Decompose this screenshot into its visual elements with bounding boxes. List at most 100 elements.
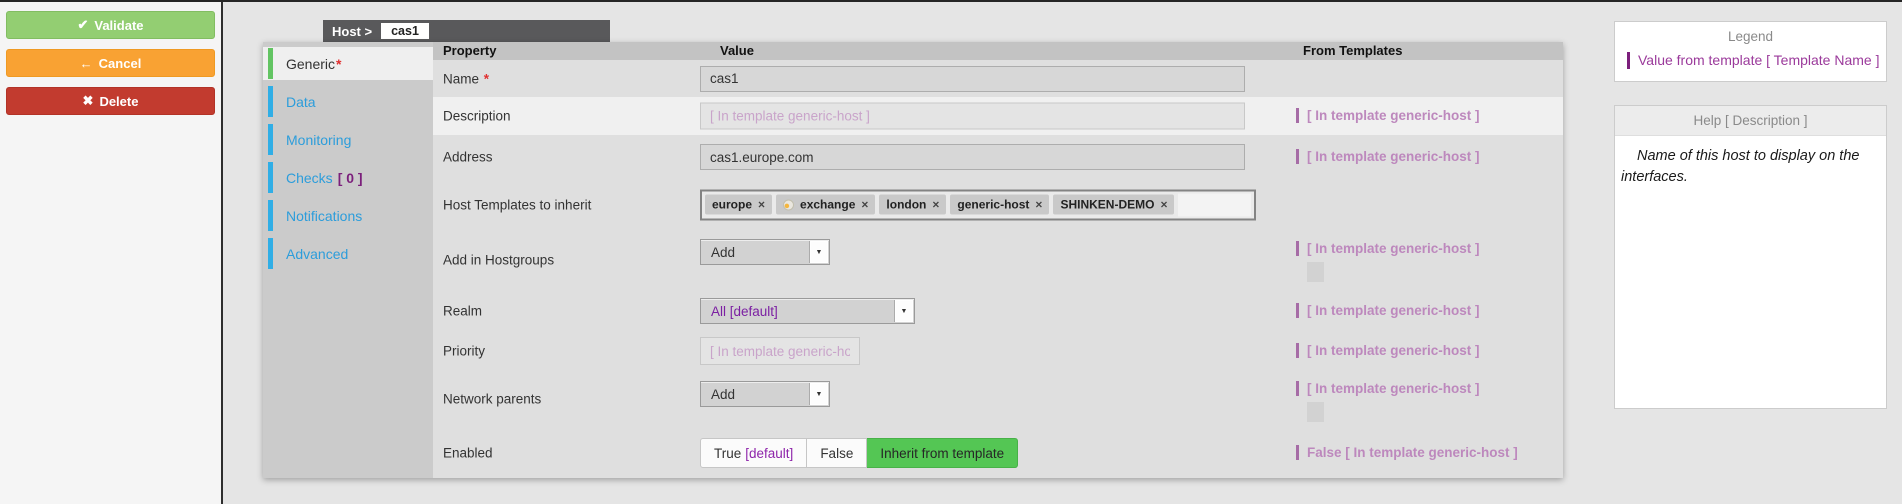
cross-icon: ✖: [83, 93, 94, 109]
tab-checks[interactable]: Checks[ 0 ]: [263, 161, 433, 194]
help-description-text: Name of this host to display on the inte…: [1615, 136, 1886, 188]
tag-europe: europe×: [705, 195, 772, 215]
table-row: Priority [ In template generic-host ]: [433, 332, 1563, 370]
column-header-value: Value: [720, 43, 754, 58]
address-label: Address: [443, 150, 493, 165]
legend-template-item: Value from template [ Template Name ]: [1627, 52, 1886, 69]
host-templates-tag-input[interactable]: europe× exchange× london× generic-host× …: [700, 189, 1256, 220]
remove-tag-icon[interactable]: ×: [1160, 198, 1167, 212]
network-parents-label: Network parents: [443, 392, 541, 407]
enabled-toggle-group: True[default] False Inherit from templat…: [700, 438, 1018, 468]
enabled-label: Enabled: [443, 446, 493, 461]
table-header-row: Property Value From Templates: [433, 42, 1563, 60]
property-table: Property Value From Templates Name * Des…: [433, 42, 1563, 478]
table-row: Enabled True[default] False Inherit from…: [433, 428, 1563, 478]
hostgroups-template-note: [ In template generic-host ]: [1296, 241, 1480, 256]
table-row: Description [ In template generic-host ]: [433, 97, 1563, 135]
column-header-from-templates: From Templates: [1303, 43, 1402, 58]
host-edit-panel: Generic* Data Monitoring Checks[ 0 ] Not…: [263, 42, 1563, 478]
realm-label: Realm: [443, 304, 482, 319]
delete-button-label: Delete: [99, 94, 138, 109]
table-row: Host Templates to inherit europe× exchan…: [433, 179, 1563, 230]
realm-template-note: [ In template generic-host ]: [1296, 303, 1480, 318]
tab-generic[interactable]: Generic*: [263, 47, 433, 80]
realm-select-value: All [default]: [711, 304, 778, 319]
description-label: Description: [443, 109, 511, 124]
tab-checks-label: Checks[ 0 ]: [286, 170, 363, 186]
required-asterisk: *: [336, 56, 341, 72]
empty-selection-box: [1307, 262, 1324, 282]
remove-tag-icon[interactable]: ×: [758, 198, 765, 212]
default-marker: [default]: [745, 446, 793, 461]
tab-indicator-bar: [268, 200, 273, 231]
delete-button[interactable]: ✖ Delete: [6, 87, 215, 115]
tab-indicator-bar: [268, 162, 273, 193]
hostgroups-select[interactable]: Add ▼: [700, 239, 830, 265]
tab-generic-label: Generic*: [286, 56, 341, 72]
cancel-button-label: Cancel: [99, 56, 142, 71]
cancel-button[interactable]: ← Cancel: [6, 49, 215, 77]
tab-notifications[interactable]: Notifications: [263, 199, 433, 232]
table-row: Add in Hostgroups Add ▼ [ In template ge…: [433, 230, 1563, 290]
tab-indicator-bar: [268, 238, 273, 269]
realm-select[interactable]: All [default] ▼: [700, 298, 915, 324]
tab-monitoring[interactable]: Monitoring: [263, 123, 433, 156]
tag-exchange: exchange×: [776, 195, 875, 215]
tag-text-entry[interactable]: [1178, 193, 1251, 216]
description-template-note: [ In template generic-host ]: [1296, 108, 1480, 123]
table-row: Address [ In template generic-host ]: [433, 135, 1563, 179]
enabled-true-button[interactable]: True[default]: [700, 438, 807, 468]
chevron-down-icon: ▼: [894, 300, 913, 322]
tab-notifications-label: Notifications: [286, 208, 362, 224]
network-parents-select-value: Add: [711, 387, 735, 402]
hostgroups-label: Add in Hostgroups: [443, 253, 554, 268]
tab-data[interactable]: Data: [263, 85, 433, 118]
checks-count-badge: [ 0 ]: [338, 170, 363, 186]
tab-indicator-bar: [268, 86, 273, 117]
legend-box: Legend Value from template [ Template Na…: [1614, 21, 1887, 82]
priority-input[interactable]: [700, 337, 860, 365]
validate-button[interactable]: ✔ Validate: [6, 11, 215, 39]
form-tab-column: Generic* Data Monitoring Checks[ 0 ] Not…: [263, 42, 433, 478]
top-border-line: [0, 0, 1902, 2]
table-row: Realm All [default] ▼ [ In template gene…: [433, 290, 1563, 332]
address-template-note: [ In template generic-host ]: [1296, 149, 1480, 164]
exchange-tag-icon: [783, 199, 794, 210]
priority-template-note: [ In template generic-host ]: [1296, 343, 1480, 358]
column-header-property: Property: [443, 43, 496, 58]
tab-data-label: Data: [286, 94, 316, 110]
remove-tag-icon[interactable]: ×: [932, 198, 939, 212]
enabled-inherit-button[interactable]: Inherit from template: [867, 438, 1018, 468]
priority-label: Priority: [443, 344, 485, 359]
address-input[interactable]: [700, 144, 1245, 170]
name-label: Name *: [443, 71, 489, 86]
validate-button-label: Validate: [94, 18, 143, 33]
tab-indicator-bar: [268, 124, 273, 155]
table-row: Name *: [433, 60, 1563, 97]
table-row: Network parents Add ▼ [ In template gene…: [433, 370, 1563, 428]
tab-advanced[interactable]: Advanced: [263, 237, 433, 270]
enabled-false-button[interactable]: False: [807, 438, 867, 468]
description-input[interactable]: [700, 103, 1245, 130]
help-title: Help [ Description ]: [1615, 106, 1886, 136]
action-sidebar: ✔ Validate ← Cancel ✖ Delete: [0, 2, 223, 504]
empty-selection-box: [1307, 402, 1324, 422]
legend-title: Legend: [1615, 22, 1886, 44]
check-icon: ✔: [77, 17, 88, 33]
remove-tag-icon[interactable]: ×: [1035, 198, 1042, 212]
chevron-down-icon: ▼: [809, 241, 828, 263]
tag-shinken-demo: SHINKEN-DEMO×: [1053, 195, 1174, 215]
hostgroups-select-value: Add: [711, 245, 735, 260]
tab-monitoring-label: Monitoring: [286, 132, 351, 148]
host-breadcrumb-tab[interactable]: Host > cas1: [323, 20, 610, 42]
remove-tag-icon[interactable]: ×: [861, 198, 868, 212]
tab-advanced-label: Advanced: [286, 246, 348, 262]
host-breadcrumb-prefix: Host >: [332, 24, 372, 39]
name-input[interactable]: [700, 66, 1245, 92]
chevron-down-icon: ▼: [809, 383, 828, 405]
help-box: Help [ Description ] Name of this host t…: [1614, 105, 1887, 409]
host-name-value: cas1: [381, 23, 429, 39]
network-parents-select[interactable]: Add ▼: [700, 381, 830, 407]
arrow-left-icon: ←: [80, 56, 93, 71]
host-templates-label: Host Templates to inherit: [443, 197, 591, 212]
